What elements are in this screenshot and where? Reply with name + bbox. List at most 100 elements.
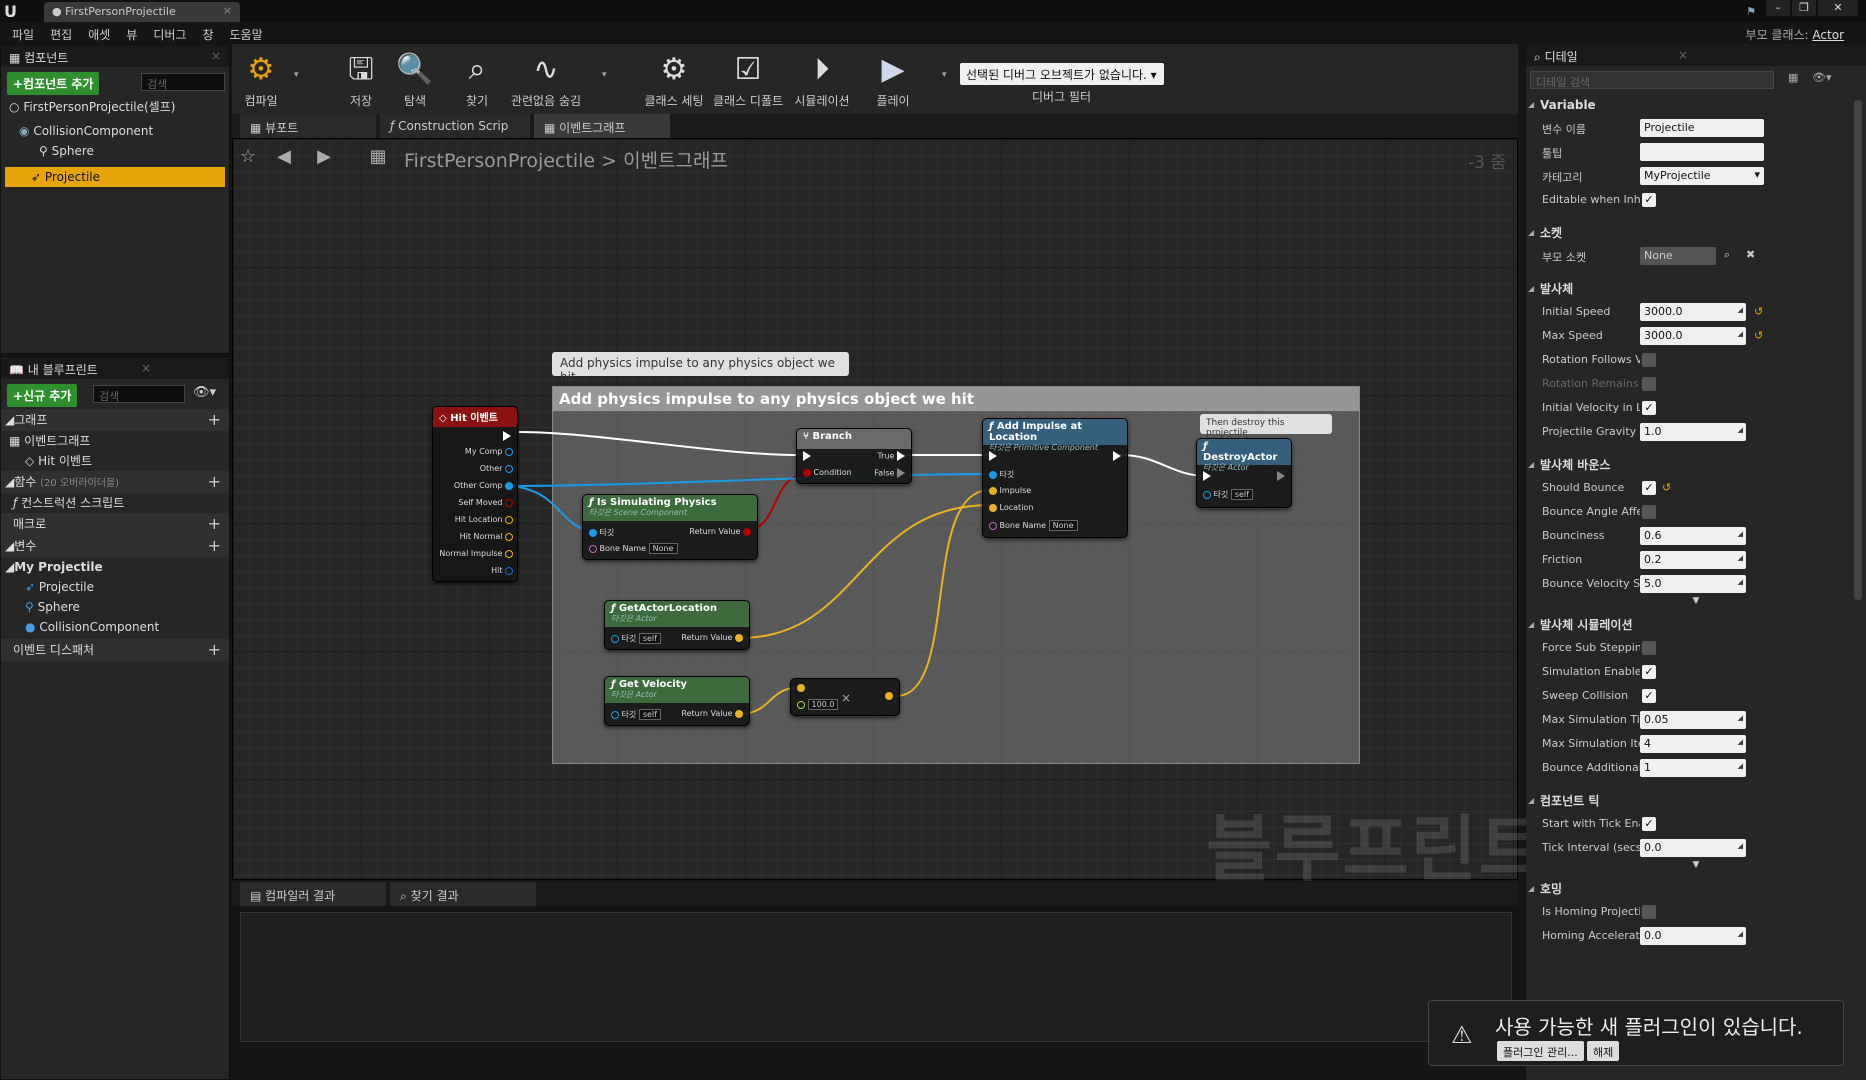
- bone-name-value[interactable]: None: [1048, 520, 1078, 531]
- expand-advanced-icon[interactable]: ▼: [1526, 860, 1866, 872]
- tab-label: 컴파일러 결과: [265, 889, 336, 903]
- bounciness-input[interactable]: 0.6: [1640, 527, 1746, 545]
- reset-default-icon[interactable]: ↺: [1754, 305, 1763, 318]
- bounce-additional-input[interactable]: 1: [1640, 759, 1746, 777]
- output-pin[interactable]: Self Moved: [458, 498, 513, 507]
- target-pin[interactable]: 타깃 self: [611, 633, 661, 644]
- editable-checkbox[interactable]: ✓: [1642, 193, 1656, 207]
- section-variable[interactable]: Variable: [1526, 94, 1866, 116]
- get-actor-location-node[interactable]: ƒ GetActorLocation 타깃은 Actor 타깃 self Ret…: [604, 600, 750, 650]
- max-sim-iterations-input[interactable]: 4: [1640, 735, 1746, 753]
- variable-name-input[interactable]: Projectile: [1640, 119, 1764, 137]
- property-matrix-icon[interactable]: ▦: [1788, 71, 1798, 84]
- exec-out-pin[interactable]: [1277, 471, 1285, 481]
- tab-compiler-results[interactable]: ▤ 컴파일러 결과: [240, 882, 386, 906]
- bone-name-pin[interactable]: Bone Name None: [589, 543, 678, 554]
- simulation-enabled-checkbox[interactable]: ✓: [1642, 665, 1656, 679]
- start-with-tick-checkbox[interactable]: ✓: [1642, 817, 1656, 831]
- output-pin[interactable]: Normal Impulse: [439, 549, 513, 558]
- location-pin[interactable]: Location: [989, 503, 1033, 512]
- get-velocity-node[interactable]: ƒ Get Velocity 타깃은 Actor 타깃 self Return …: [604, 676, 750, 726]
- output-pin[interactable]: [885, 691, 893, 700]
- bounce-velocity-input[interactable]: 5.0: [1640, 575, 1746, 593]
- section-socket[interactable]: 소켓: [1526, 222, 1866, 244]
- return-value-pin[interactable]: Return Value: [689, 527, 751, 536]
- exec-out-pin[interactable]: [503, 431, 511, 441]
- view-options-eye-icon[interactable]: 👁▾: [1812, 71, 1832, 84]
- manage-plugins-button[interactable]: 플러그인 관리...: [1497, 1041, 1584, 1061]
- tick-interval-input[interactable]: 0.0: [1640, 839, 1746, 857]
- expand-advanced-icon[interactable]: ▼: [1526, 596, 1866, 608]
- tooltip-input[interactable]: [1640, 143, 1764, 161]
- rotation-follows-checkbox[interactable]: [1642, 353, 1656, 367]
- hit-event-node[interactable]: ◇ Hit 이벤트 My Comp Other Other Comp Self …: [432, 406, 518, 582]
- category-select[interactable]: MyProjectile ▾: [1640, 167, 1764, 185]
- node-header: ◇ Hit 이벤트: [433, 407, 517, 427]
- homing-acceleration-input[interactable]: 0.0: [1640, 927, 1746, 945]
- force-substepping-checkbox[interactable]: [1642, 641, 1656, 655]
- output-pin[interactable]: My Comp: [465, 447, 513, 456]
- friction-input[interactable]: 0.2: [1640, 551, 1746, 569]
- reset-default-icon[interactable]: ↺: [1754, 329, 1763, 342]
- details-search-input[interactable]: 디테일 검색: [1530, 71, 1774, 89]
- details-tab[interactable]: ⌕ 디테일 ×: [1526, 44, 1866, 66]
- target-pin[interactable]: 타깃 self: [1203, 489, 1253, 500]
- self-value: self: [638, 633, 661, 644]
- bone-name-pin[interactable]: Bone Name None: [989, 520, 1078, 531]
- output-pin[interactable]: Other: [480, 464, 513, 473]
- output-pin[interactable]: Hit Normal: [460, 532, 513, 541]
- input-b-pin[interactable]: 100.0: [797, 699, 839, 710]
- exec-in-pin[interactable]: [989, 451, 997, 461]
- exec-out-pin[interactable]: [1113, 451, 1121, 461]
- initial-speed-input[interactable]: 3000.0: [1640, 303, 1746, 321]
- is-simulating-physics-node[interactable]: ƒ Is Simulating Physics 타깃은 Scene Compon…: [582, 494, 758, 560]
- compiler-results-icon: ▤: [250, 889, 262, 903]
- section-projectile[interactable]: 발사체: [1526, 278, 1866, 300]
- target-pin[interactable]: 타깃 self: [611, 709, 661, 720]
- multiply-node[interactable]: 100.0 ×: [790, 678, 900, 716]
- branch-icon: ⑂: [803, 431, 809, 442]
- max-speed-input[interactable]: 3000.0: [1640, 327, 1746, 345]
- condition-pin[interactable]: Condition: [803, 468, 852, 477]
- exec-in-pin[interactable]: [803, 451, 811, 461]
- bounce-angle-checkbox[interactable]: [1642, 505, 1656, 519]
- initial-velocity-checkbox[interactable]: ✓: [1642, 401, 1656, 415]
- sweep-collision-checkbox[interactable]: ✓: [1642, 689, 1656, 703]
- multiplier-value[interactable]: 100.0: [807, 699, 839, 710]
- section-bounce[interactable]: 발사체 바운스: [1526, 454, 1866, 476]
- output-pin[interactable]: Hit: [491, 566, 513, 575]
- impulse-pin[interactable]: Impulse: [989, 486, 1031, 495]
- add-impulse-node[interactable]: ƒ Add Impulse at Location 타깃은 Primitive …: [982, 418, 1128, 538]
- target-pin[interactable]: 타깃: [589, 527, 614, 538]
- return-value-pin[interactable]: Return Value: [681, 709, 743, 718]
- row-tooltip: 툴팁: [1526, 140, 1866, 164]
- max-sim-time-input[interactable]: 0.05: [1640, 711, 1746, 729]
- section-component-tick[interactable]: 컴포넌트 틱: [1526, 790, 1866, 812]
- property-label: Max Simulation Ti: [1542, 713, 1640, 726]
- self-value: self: [638, 709, 661, 720]
- target-pin[interactable]: 타깃: [989, 469, 1014, 480]
- input-a-pin[interactable]: [797, 683, 805, 692]
- output-pin[interactable]: Other Comp: [454, 481, 513, 490]
- details-scrollbar[interactable]: [1854, 100, 1862, 600]
- true-pin[interactable]: True: [877, 451, 905, 461]
- branch-node[interactable]: ⑂ Branch Condition True False: [796, 428, 912, 484]
- bone-name-value[interactable]: None: [648, 543, 678, 554]
- destroy-actor-node[interactable]: ƒ DestroyActor 타깃은 Actor 타깃 self: [1196, 438, 1292, 508]
- section-simulation[interactable]: 발사체 시뮬레이션: [1526, 614, 1866, 636]
- pin-label: 타깃: [599, 528, 615, 537]
- clear-socket-icon[interactable]: ✖: [1746, 248, 1755, 261]
- exec-in-pin[interactable]: [1203, 471, 1211, 481]
- gravity-scale-input[interactable]: 1.0: [1640, 423, 1746, 441]
- tab-find-results[interactable]: ⌕ 찾기 결과: [390, 882, 536, 906]
- output-pin[interactable]: Hit Location: [455, 515, 513, 524]
- section-homing[interactable]: 호밍: [1526, 878, 1866, 900]
- socket-search-icon[interactable]: ⌕: [1724, 248, 1730, 262]
- reset-default-icon[interactable]: ↺: [1662, 481, 1671, 494]
- should-bounce-checkbox[interactable]: ✓: [1642, 481, 1656, 495]
- is-homing-checkbox[interactable]: [1642, 905, 1656, 919]
- dismiss-button[interactable]: 해제: [1587, 1041, 1620, 1061]
- false-pin[interactable]: False: [874, 468, 905, 478]
- return-value-pin[interactable]: Return Value: [681, 633, 743, 642]
- close-tab-icon[interactable]: ×: [1678, 48, 1688, 62]
